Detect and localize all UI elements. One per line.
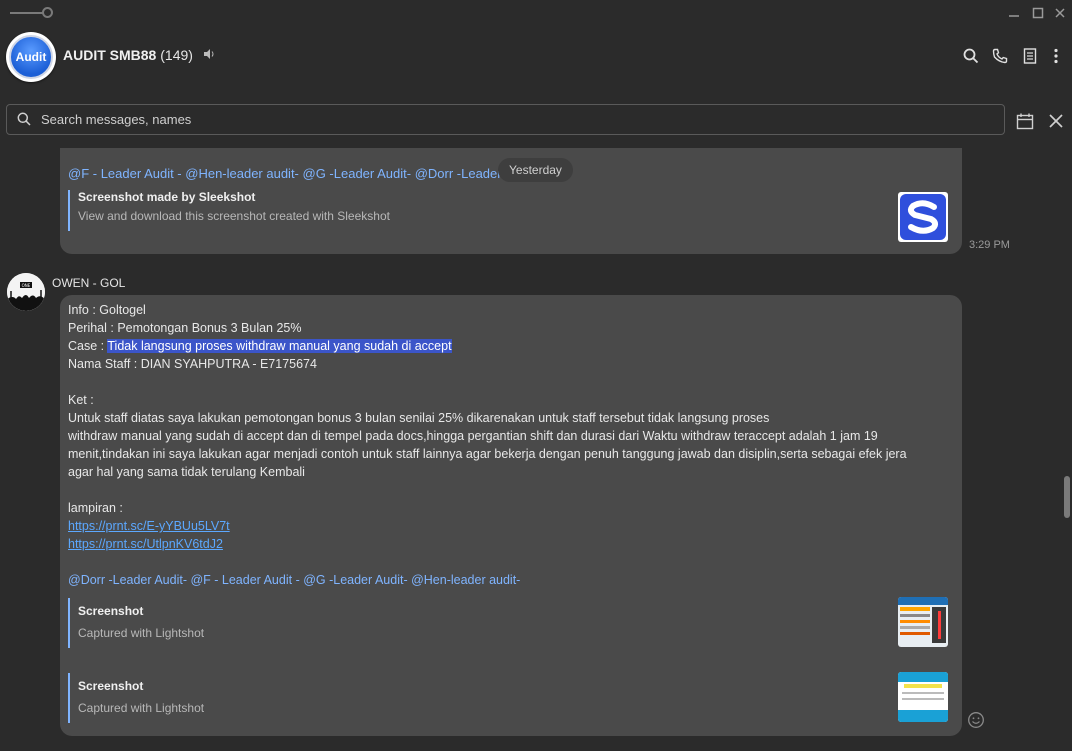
- zoom-slider-track[interactable]: [10, 12, 44, 14]
- link-preview-description: View and download this screenshot create…: [78, 209, 390, 223]
- line-case: Case : Tidak langsung proses withdraw ma…: [68, 337, 958, 355]
- lightshot-thumbnail[interactable]: [898, 597, 948, 647]
- close-icon: [1055, 8, 1065, 18]
- sender-name[interactable]: OWEN - GOL: [52, 276, 125, 290]
- search-icon[interactable]: [960, 45, 982, 67]
- group-avatar[interactable]: Audit: [6, 32, 56, 82]
- message-mentions[interactable]: @Dorr -Leader Audit- @F - Leader Audit -…: [68, 571, 958, 589]
- link-preview-title: Screenshot made by Sleekshot: [78, 190, 256, 204]
- chat-header: Audit AUDIT SMB88 (149): [0, 26, 1072, 88]
- emoji-reaction-icon[interactable]: [967, 711, 985, 734]
- link-preview[interactable]: Screenshot made by Sleekshot View and do…: [68, 190, 390, 231]
- minimize-button[interactable]: [1004, 3, 1024, 23]
- line-perihal: Perihal : Pemotongan Bonus 3 Bulan 25%: [68, 321, 302, 335]
- message-time: 3:29 PM: [969, 239, 1010, 251]
- ket-body-1: Untuk staff diatas saya lakukan pemotong…: [68, 411, 770, 425]
- ket-body-4: agar hal yang sama tidak terulang Kembal…: [68, 465, 305, 479]
- minimize-icon: [1009, 15, 1019, 17]
- search-input[interactable]: [41, 105, 991, 134]
- sender-avatar[interactable]: ONE: [7, 273, 45, 311]
- zoom-slider-handle[interactable]: [42, 7, 53, 18]
- one-piece-avatar-image: ONE: [7, 273, 45, 311]
- case-value-highlight: Tidak langsung proses withdraw manual ya…: [107, 339, 452, 353]
- link-preview-title: Screenshot: [78, 604, 144, 618]
- attachment-link[interactable]: https://prnt.sc/E-yYBUu5LV7t: [68, 519, 230, 533]
- attachment-link[interactable]: https://prnt.sc/UtlpnKV6tdJ2: [68, 537, 223, 551]
- ket-body-3: menit,tindakan ini saya lakukan agar men…: [68, 447, 907, 461]
- link-preview[interactable]: Screenshot Captured with Lightshot: [68, 673, 204, 723]
- svg-text:ONE: ONE: [22, 283, 31, 288]
- line-lampiran: lampiran :: [68, 501, 123, 515]
- member-count: (149): [160, 47, 193, 63]
- line-staff: Nama Staff : DIAN SYAHPUTRA - E7175674: [68, 357, 317, 371]
- message-list[interactable]: @F - Leader Audit - @Hen-leader audit- @…: [0, 148, 1060, 751]
- title-bar: [0, 0, 1072, 26]
- search-field-icon: [17, 112, 31, 131]
- link-preview[interactable]: Screenshot Captured with Lightshot: [68, 598, 204, 648]
- more-icon[interactable]: [1045, 45, 1067, 67]
- chat-name: AUDIT SMB88: [63, 47, 157, 63]
- maximize-icon: [1032, 7, 1044, 19]
- speaker-icon: [203, 48, 215, 63]
- chat-title[interactable]: AUDIT SMB88 (149): [63, 47, 215, 63]
- phone-icon[interactable]: [989, 45, 1011, 67]
- close-search-icon[interactable]: [1045, 110, 1067, 132]
- case-label: Case :: [68, 339, 108, 353]
- message-bubble[interactable]: Info : Goltogel Perihal : Pemotongan Bon…: [60, 295, 962, 736]
- lightshot-thumbnail[interactable]: [898, 672, 948, 722]
- group-avatar-label: Audit: [9, 35, 53, 79]
- date-separator: Yesterday: [498, 158, 573, 182]
- maximize-button[interactable]: [1028, 3, 1048, 23]
- link-preview-description: Captured with Lightshot: [78, 701, 205, 715]
- scrollbar-thumb[interactable]: [1064, 476, 1070, 518]
- link-preview-title: Screenshot: [78, 679, 144, 693]
- close-window-button[interactable]: [1050, 3, 1070, 23]
- line-ket: Ket :: [68, 393, 94, 407]
- ket-body-2: withdraw manual yang sudah di accept dan…: [68, 429, 878, 443]
- calendar-icon[interactable]: [1014, 110, 1036, 132]
- search-row: [0, 96, 1072, 144]
- message-body[interactable]: Info : Goltogel Perihal : Pemotongan Bon…: [68, 301, 958, 589]
- message-mentions[interactable]: @F - Leader Audit - @Hen-leader audit- @…: [68, 166, 538, 181]
- link-preview-description: Captured with Lightshot: [78, 626, 205, 640]
- line-info: Info : Goltogel: [68, 303, 146, 317]
- sleekshot-thumbnail[interactable]: [898, 192, 948, 242]
- search-box[interactable]: [6, 104, 1005, 135]
- notes-icon[interactable]: [1019, 45, 1041, 67]
